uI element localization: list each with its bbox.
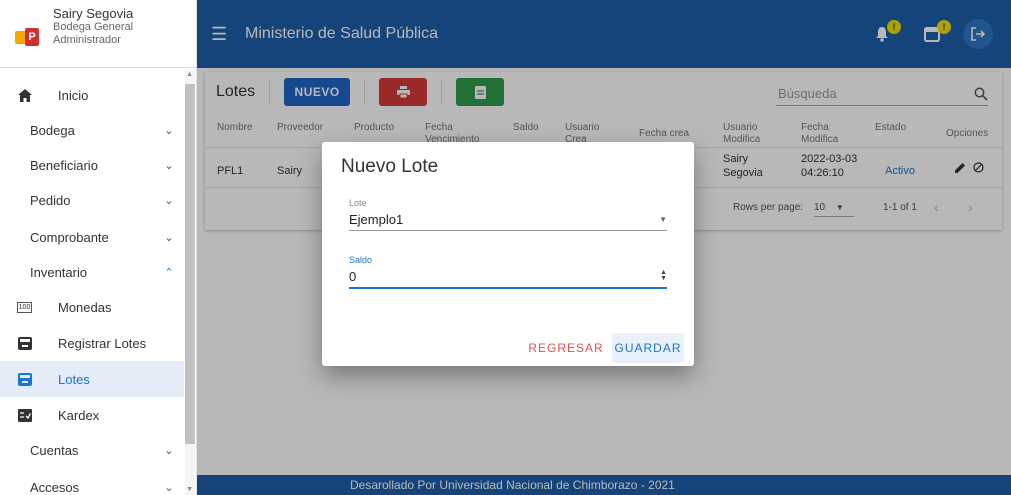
save-button[interactable]: GUARDAR: [612, 333, 684, 363]
saldo-input[interactable]: 0: [349, 269, 356, 284]
home-icon: [17, 88, 32, 102]
scroll-down-arrow-icon[interactable]: ▼: [186, 486, 193, 493]
new-lote-dialog: Nuevo Lote Lote Ejemplo1 ▼ Saldo 0 ▲ ▼ RE…: [322, 142, 694, 366]
sidebar-item-pedido[interactable]: Pedido ⌄: [0, 182, 184, 218]
chevron-down-icon: ⌄: [164, 194, 174, 207]
chevron-down-icon: ⌄: [164, 444, 174, 457]
sidebar-item-kardex[interactable]: Kardex: [0, 397, 184, 433]
user-location: Bodega General: [53, 21, 134, 33]
user-role: Administrador: [53, 34, 121, 46]
chevron-down-icon: ⌄: [164, 159, 174, 172]
chevron-down-icon: ⌄: [164, 481, 174, 494]
sidebar-item-accesos[interactable]: Accesos ⌄: [0, 469, 184, 495]
lote-select[interactable]: Lote Ejemplo1 ▼: [349, 198, 667, 231]
sidebar-item-inicio[interactable]: Inicio: [0, 77, 184, 113]
sidebar-item-cuentas[interactable]: Cuentas ⌄: [0, 432, 184, 468]
lote-value: Ejemplo1: [349, 211, 404, 227]
msp-logo-icon: P: [15, 28, 39, 46]
sidebar-item-inventario[interactable]: Inventario ⌃: [0, 254, 184, 290]
saldo-field[interactable]: Saldo 0 ▲ ▼: [349, 255, 667, 289]
dialog-title: Nuevo Lote: [341, 156, 439, 177]
inbox-icon: [17, 336, 32, 350]
coins-icon: 100: [16, 301, 33, 313]
sidebar-item-beneficiario[interactable]: Beneficiario ⌄: [0, 147, 184, 183]
sidebar-item-monedas[interactable]: 100 Monedas: [0, 289, 184, 325]
cancel-button[interactable]: REGRESAR: [527, 333, 605, 363]
sidebar-scroll-thumb[interactable]: [185, 84, 195, 444]
user-name: Sairy Segovia: [53, 6, 134, 21]
dropdown-arrow-icon: ▼: [659, 214, 667, 224]
user-header: P Sairy Segovia Bodega General Administr…: [0, 0, 196, 68]
sidebar-item-registrar-lotes[interactable]: Registrar Lotes: [0, 325, 184, 361]
sidebar: P Sairy Segovia Bodega General Administr…: [0, 0, 197, 495]
saldo-label: Saldo: [349, 255, 373, 265]
chevron-down-icon: ⌄: [164, 231, 174, 244]
inbox-icon: [17, 372, 32, 386]
sidebar-item-lotes[interactable]: Lotes: [0, 361, 184, 397]
chevron-up-icon: ⌃: [164, 266, 174, 279]
sidebar-item-bodega[interactable]: Bodega ⌄: [0, 112, 184, 148]
lote-label: Lote: [349, 198, 367, 208]
chevron-down-icon: ⌄: [164, 124, 174, 137]
scroll-up-arrow-icon[interactable]: ▲: [186, 71, 193, 78]
number-spinner-icon[interactable]: ▲ ▼: [660, 269, 667, 282]
checklist-icon: [17, 408, 32, 422]
sidebar-item-comprobante[interactable]: Comprobante ⌄: [0, 219, 184, 255]
